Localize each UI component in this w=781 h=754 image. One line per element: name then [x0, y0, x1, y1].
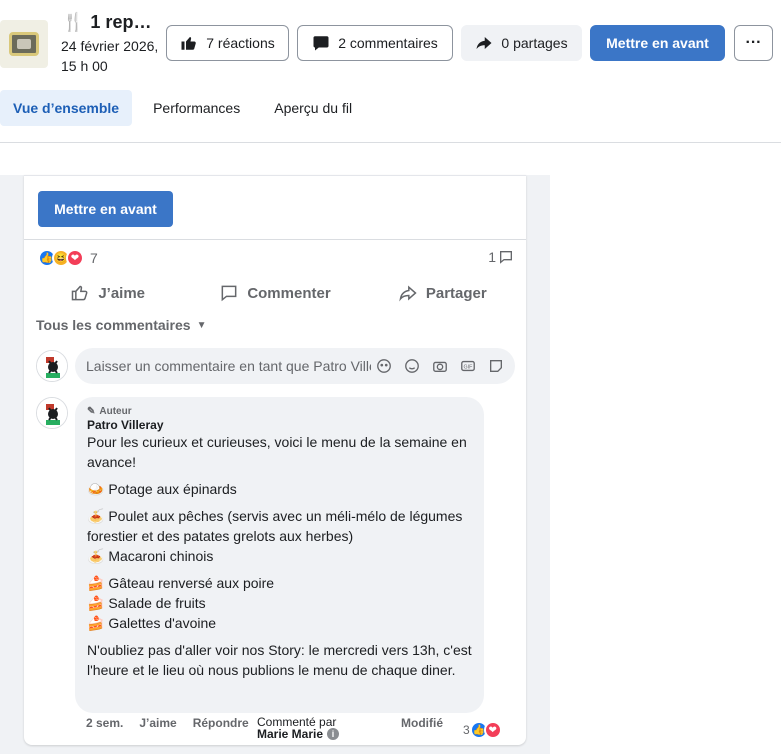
shares-label: 0 partages	[501, 35, 568, 51]
comment-intro: Pour les curieux et curieuses, voici le …	[87, 434, 467, 470]
share-icon	[399, 285, 417, 302]
comment-count-value: 1	[488, 249, 496, 265]
comment-filter-label: Tous les commentaires	[36, 317, 191, 333]
info-icon[interactable]: i	[327, 728, 340, 740]
comment-reactions[interactable]: 3 👍 ❤	[463, 721, 502, 739]
chip-icon	[9, 32, 39, 56]
author-badge: ✎ Auteur	[87, 406, 472, 417]
comment-outro: N'oubliez pas d'aller voir nos Story: le…	[87, 642, 472, 678]
comment-reaction-count: 3	[463, 723, 470, 737]
header-divider	[0, 142, 781, 143]
menu-item: 🍰 Gâteau renversé aux poire	[87, 575, 275, 591]
card-top-border	[24, 175, 526, 176]
sticker-icon[interactable]	[487, 357, 505, 375]
tab-bar: Vue d’ensemble Performances Aperçu du fi…	[0, 90, 373, 126]
love-reaction-icon: ❤	[66, 249, 84, 267]
comment-filter-dropdown[interactable]: Tous les commentaires ▼	[36, 317, 206, 333]
menu-item: 🍝 Macaroni chinois	[87, 548, 214, 564]
comments-label: 2 commentaires	[338, 35, 438, 51]
comment-action-button[interactable]: Commenter	[191, 279, 358, 307]
post-thumbnail[interactable]	[0, 20, 48, 68]
share-action-label: Partager	[425, 284, 487, 302]
share-action-button[interactable]: Partager	[359, 279, 526, 307]
pencil-icon: ✎	[87, 406, 96, 417]
reaction-summary[interactable]: 👍 😆 ❤ 7	[38, 249, 98, 267]
reactions-button[interactable]: 7 réactions	[166, 25, 289, 61]
camera-icon[interactable]	[431, 357, 449, 375]
avatar-sticker-icon[interactable]	[375, 357, 393, 375]
comment-bubble-icon	[313, 36, 329, 51]
commenter-name[interactable]: Marie Marie	[257, 728, 323, 740]
comment-reply-button[interactable]: Répondre	[193, 716, 249, 730]
commenter-avatar[interactable]	[36, 397, 68, 429]
emoji-icon[interactable]	[403, 357, 421, 375]
svg-text:GIF: GIF	[464, 365, 474, 371]
share-arrow-icon	[476, 37, 492, 49]
commenter-name-row: Marie Marie i	[257, 728, 340, 740]
love-reaction-icon: ❤	[483, 721, 502, 739]
post-title-row: 🍴 1 rep…	[62, 12, 151, 33]
gif-icon[interactable]: GIF	[459, 357, 477, 375]
comment-timestamp[interactable]: 2 sem.	[86, 716, 123, 730]
shares-button[interactable]: 0 partages	[461, 25, 582, 61]
comment-icon	[221, 285, 237, 302]
tab-overview[interactable]: Vue d’ensemble	[0, 90, 133, 126]
edited-label[interactable]: Modifié	[401, 716, 443, 730]
author-badge-label: Auteur	[99, 406, 132, 417]
patro-logo-icon	[37, 351, 67, 381]
chevron-down-icon: ▼	[196, 319, 207, 331]
page-avatar[interactable]	[36, 350, 68, 382]
comment-input-placeholder: Laisser un commentaire en tant que Patro…	[86, 358, 371, 374]
comment-text: Pour les curieux et curieuses, voici le …	[87, 432, 472, 680]
post-actions: J’aime Commenter Partager	[24, 279, 526, 307]
reactions-label: 7 réactions	[206, 35, 275, 51]
comments-button[interactable]: 2 commentaires	[297, 25, 453, 61]
like-icon	[72, 285, 88, 301]
more-options-button[interactable]: ···	[734, 25, 773, 61]
post-date: 24 février 2026, 15 h 00	[61, 38, 159, 74]
menu-item: 🍰 Galettes d'avoine	[87, 615, 217, 631]
fork-knife-icon: 🍴	[62, 12, 85, 32]
comment-count[interactable]: 1	[488, 249, 514, 265]
patro-logo-icon	[37, 398, 67, 428]
commented-by: Commenté par Marie Marie i	[257, 716, 340, 740]
comment-bubble: ✎ Auteur Patro Villeray Pour les curieux…	[75, 397, 484, 713]
card-boost-button[interactable]: Mettre en avant	[38, 191, 173, 227]
reaction-count: 7	[90, 250, 98, 266]
tab-feed-preview[interactable]: Aperçu du fil	[261, 90, 365, 126]
comment-count-icon	[500, 251, 512, 264]
post-header: 🍴 1 rep… 24 février 2026, 15 h 00 7 réac…	[0, 0, 781, 88]
post-preview-card: Mettre en avant 👍 😆 ❤ 7 1 J’aime Comment…	[24, 175, 526, 745]
tab-performance[interactable]: Performances	[140, 90, 253, 126]
like-action-button[interactable]: J’aime	[24, 279, 191, 307]
comment-like-button[interactable]: J’aime	[139, 716, 176, 730]
card-separator	[24, 239, 526, 240]
menu-item: 🍝 Poulet aux pêches (servis avec un méli…	[87, 508, 463, 544]
comment-footer: 2 sem. J’aime Répondre	[86, 716, 265, 730]
menu-item: 🍰 Salade de fruits	[87, 595, 206, 611]
comment-author[interactable]: Patro Villeray	[87, 418, 472, 432]
post-title: 1 rep…	[90, 12, 152, 32]
ellipsis-icon: ···	[745, 34, 762, 51]
comment-input-tools: GIF	[375, 357, 505, 375]
boost-post-button[interactable]: Mettre en avant	[590, 25, 725, 61]
comment-action-label: Commenter	[247, 284, 331, 302]
comment-input[interactable]: Laisser un commentaire en tant que Patro…	[75, 348, 515, 384]
menu-item: 🍛 Potage aux épinards	[87, 481, 237, 497]
like-action-label: J’aime	[98, 284, 146, 302]
thumbs-up-icon	[181, 37, 197, 50]
